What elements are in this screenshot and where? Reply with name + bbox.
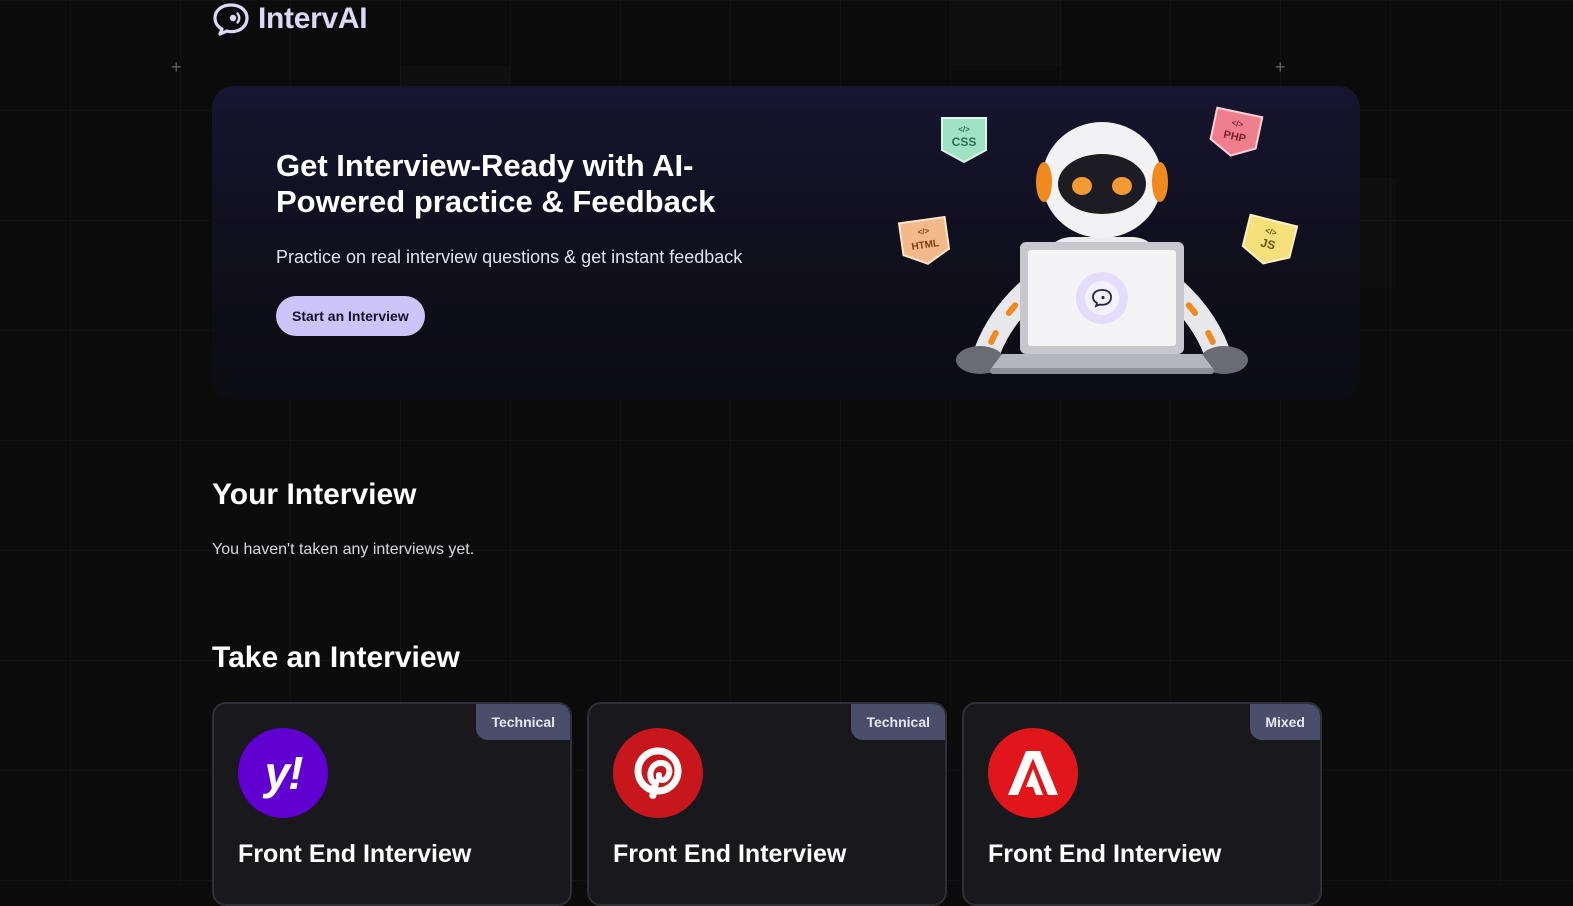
interview-card[interactable]: Mixed Front End Interview bbox=[962, 702, 1322, 906]
interview-card-title: Front End Interview bbox=[613, 840, 847, 868]
navbar: IntervAI bbox=[212, 2, 368, 36]
yahoo-logo-icon: y! bbox=[238, 728, 328, 818]
hero-title: Get Interview-Ready with AI-Powered prac… bbox=[276, 148, 716, 219]
no-interviews-message: You haven't taken any interviews yet. bbox=[212, 541, 475, 558]
brand-name[interactable]: IntervAI bbox=[258, 2, 368, 36]
interview-card-title: Front End Interview bbox=[988, 840, 1222, 868]
your-interview-heading: Your Interview bbox=[212, 478, 417, 511]
sparkle-icon: + bbox=[171, 57, 182, 77]
interview-card[interactable]: Technical y! Front End Interview bbox=[212, 702, 572, 906]
robot-illustration bbox=[956, 122, 1248, 374]
hero-subtitle: Practice on real interview questions & g… bbox=[276, 247, 743, 267]
background-tile bbox=[400, 66, 510, 86]
hero-banner: Get Interview-Ready with AI-Powered prac… bbox=[212, 86, 1360, 400]
interview-card[interactable]: Technical Front End Interview bbox=[587, 702, 947, 906]
interview-type-badge: Technical bbox=[476, 704, 570, 740]
adobe-logo-icon bbox=[988, 728, 1078, 818]
sparkle-icon: + bbox=[1275, 57, 1286, 77]
background-tile bbox=[952, 0, 1062, 66]
pinterest-logo-icon bbox=[613, 728, 703, 818]
interview-type-badge: Technical bbox=[851, 704, 945, 740]
background-tile bbox=[1360, 178, 1396, 288]
take-interview-heading: Take an Interview bbox=[212, 641, 460, 674]
interview-type-badge: Mixed bbox=[1250, 704, 1320, 740]
chat-logo-icon[interactable] bbox=[212, 2, 250, 36]
interview-card-title: Front End Interview bbox=[238, 840, 472, 868]
start-interview-button[interactable]: Start an Interview bbox=[276, 296, 425, 336]
